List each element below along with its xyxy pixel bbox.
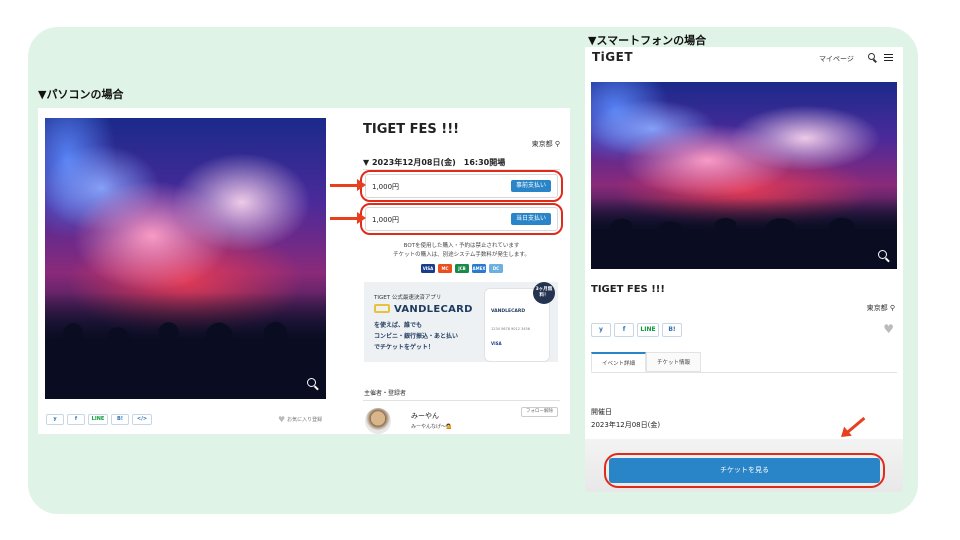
favorite-button[interactable]: ♥ お気に入り登録 [278, 415, 322, 424]
line-share-button[interactable]: LINE [637, 323, 659, 337]
divider [363, 400, 560, 401]
heart-icon: ♥ [278, 415, 286, 424]
event-location: 東京都 ⚲ [532, 139, 560, 149]
organizer-subtitle: みーやんなげ〜💁 [411, 424, 453, 430]
zoom-icon[interactable] [878, 250, 887, 259]
pin-icon: ⚲ [889, 304, 895, 312]
banner-brand-text: VANDLECARD [394, 304, 473, 315]
share-buttons: y f LINE B! [591, 323, 682, 337]
free-badge: 3ヶ月無料！ [533, 282, 555, 304]
vandlecard-banner[interactable]: TIGET 公式最速決済アプリ VANDLECARD を使えば、誰でも コンビニ… [364, 282, 558, 362]
banner-line: でチケットをゲット！ [374, 344, 435, 351]
arrow-indicator [330, 212, 366, 224]
date-heading: 開催日 [591, 408, 612, 416]
line-share-button[interactable]: LINE [88, 414, 108, 425]
zoom-icon[interactable] [307, 378, 316, 387]
sp-caption: ▼スマートフォンの場合 [588, 34, 707, 47]
jcb-icon: JCB [455, 264, 469, 273]
pc-caption: ▼パソコンの場合 [38, 88, 124, 101]
organizer-label: 主催者・登録者 [364, 390, 407, 397]
heart-icon[interactable]: ♥ [883, 322, 894, 336]
bot-notice: BOTを使用した購入・予約は禁止されています [403, 243, 520, 249]
pin-icon: ⚲ [554, 140, 560, 148]
follow-button[interactable]: フォロー解除 [521, 407, 558, 417]
organizer-name[interactable]: みーやん [411, 411, 439, 421]
event-title: TIGET FES !!! [591, 284, 665, 295]
event-location: 東京都 ⚲ [867, 303, 895, 313]
banner-line: コンビニ・銀行振込・あと払い [374, 333, 459, 340]
diners-icon: DC [489, 264, 503, 273]
payment-cards: VISA MC JCB AMEX DC [421, 264, 503, 273]
event-image[interactable] [45, 118, 326, 399]
location-text: 東京都 [866, 304, 888, 312]
mockup-number: 1234 5678 9012 3456 [491, 327, 530, 331]
arrow-indicator [330, 179, 366, 191]
fee-notice: チケットの購入は、別途システム手数料が発生します。 [393, 252, 530, 258]
embed-button[interactable]: </> [132, 414, 152, 425]
twitter-share-button[interactable]: y [591, 323, 611, 337]
crowd-silhouette [45, 292, 326, 399]
tab-event-details[interactable]: イベント詳細 [591, 352, 647, 372]
banner-tagline: TIGET 公式最速決済アプリ [374, 295, 442, 301]
avatar[interactable] [365, 408, 391, 434]
event-date: 2023年12月08日(金) [591, 421, 661, 429]
menu-icon[interactable] [884, 54, 893, 61]
hatena-share-button[interactable]: B! [111, 414, 129, 425]
event-image[interactable] [591, 82, 897, 269]
facebook-share-button[interactable]: f [67, 414, 85, 425]
highlight-ring [360, 170, 563, 202]
banner-brand: VANDLECARD [374, 304, 473, 315]
stage: ▼パソコンの場合 ▼スマートフォンの場合 TIGET FES !!! 東京都 ⚲… [0, 0, 960, 540]
tab-bar: イベント詳細 チケット情報 [591, 352, 702, 372]
twitter-share-button[interactable]: y [46, 414, 64, 425]
mastercard-icon: MC [438, 264, 452, 273]
mockup-visa: VISA [491, 341, 502, 346]
divider [591, 372, 897, 373]
tab-ticket-info[interactable]: チケット情報 [646, 352, 702, 372]
facebook-share-button[interactable]: f [614, 323, 634, 337]
share-buttons: y f LINE B! </> [46, 414, 152, 425]
location-text: 東京都 [531, 140, 553, 148]
search-icon[interactable] [868, 53, 875, 60]
amex-icon: AMEX [472, 264, 486, 273]
pc-screenshot: TIGET FES !!! 東京都 ⚲ ▼ 2023年12月08日(金) 16:… [38, 108, 570, 434]
highlight-ring [360, 203, 563, 235]
banner-line: を使えば、誰でも [374, 322, 423, 329]
crowd-silhouette [591, 197, 897, 269]
event-title: TIGET FES !!! [363, 122, 460, 137]
hatena-share-button[interactable]: B! [662, 323, 682, 337]
highlight-ring [604, 453, 885, 488]
mypage-link[interactable]: マイページ [819, 54, 854, 64]
mockup-brand: VANDLECARD [491, 309, 526, 314]
event-date: ▼ 2023年12月08日(金) 16:30開場 [363, 158, 506, 167]
favorite-label: お気に入り登録 [287, 417, 323, 423]
card-icon [374, 304, 390, 313]
tiget-logo[interactable]: TiGET [592, 50, 633, 64]
visa-icon: VISA [421, 264, 435, 273]
